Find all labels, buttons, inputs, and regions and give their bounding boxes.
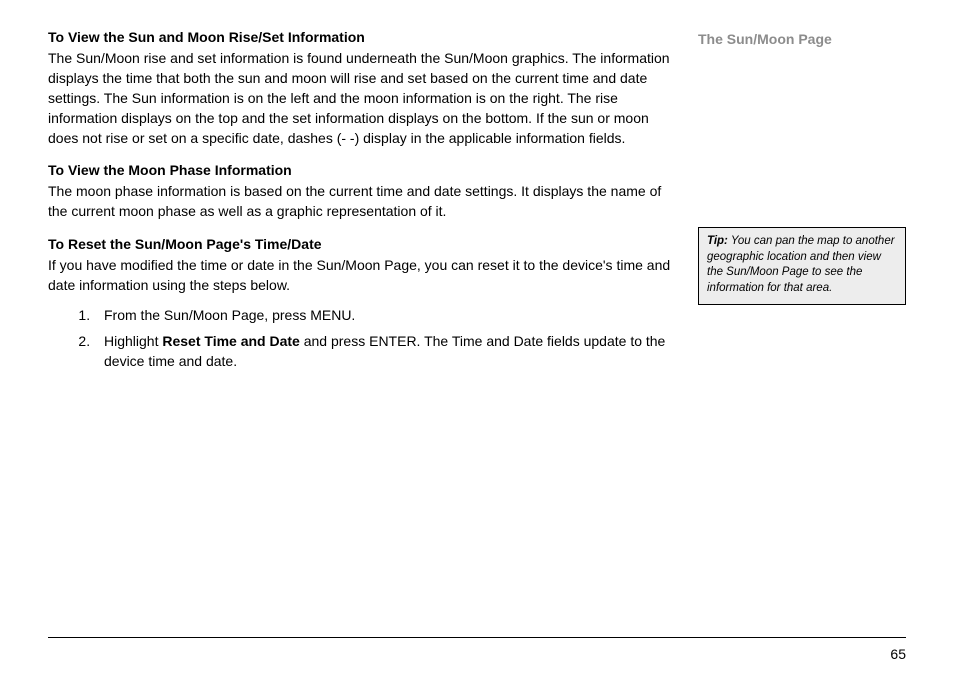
tip-label: Tip: <box>707 235 728 247</box>
main-column: To View the Sun and Moon Rise/Set Inform… <box>48 27 678 386</box>
side-title: The Sun/Moon Page <box>698 31 906 47</box>
section-reset: To Reset the Sun/Moon Page's Time/Date I… <box>48 236 678 371</box>
step-text: From the Sun/Moon Page, press MENU. <box>104 307 355 323</box>
tip-text: You can pan the map to another geographi… <box>707 235 895 294</box>
reset-steps-list: From the Sun/Moon Page, press MENU. High… <box>94 306 678 372</box>
heading-moon-phase: To View the Moon Phase Information <box>48 162 678 178</box>
page-content: To View the Sun and Moon Rise/Set Inform… <box>48 27 906 386</box>
step-text: Highlight <box>104 333 162 349</box>
body-reset: If you have modified the time or date in… <box>48 256 678 296</box>
footer-rule <box>48 637 906 638</box>
side-column: The Sun/Moon Page Tip: You can pan the m… <box>698 27 906 386</box>
heading-reset: To Reset the Sun/Moon Page's Time/Date <box>48 236 678 252</box>
tip-box: Tip: You can pan the map to another geog… <box>698 227 906 305</box>
step-strong-text: Reset Time and Date <box>162 333 299 349</box>
section-rise-set: To View the Sun and Moon Rise/Set Inform… <box>48 29 678 148</box>
body-moon-phase: The moon phase information is based on t… <box>48 182 678 222</box>
body-rise-set: The Sun/Moon rise and set information is… <box>48 49 678 148</box>
section-moon-phase: To View the Moon Phase Information The m… <box>48 162 678 222</box>
heading-rise-set: To View the Sun and Moon Rise/Set Inform… <box>48 29 678 45</box>
page-number: 65 <box>890 646 906 662</box>
list-item: From the Sun/Moon Page, press MENU. <box>94 306 678 326</box>
list-item: Highlight Reset Time and Date and press … <box>94 332 678 372</box>
